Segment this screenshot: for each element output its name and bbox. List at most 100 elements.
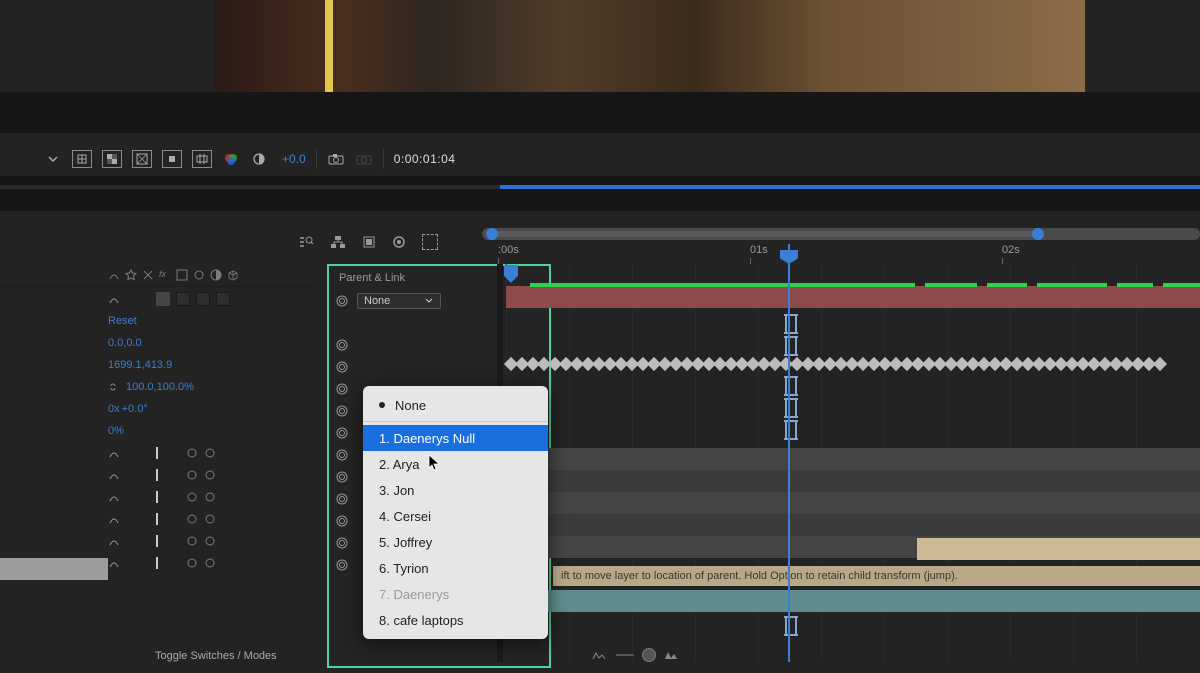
- timeline-zoom-control[interactable]: [592, 648, 680, 662]
- 3d-switch-icon[interactable]: [227, 269, 239, 281]
- shy-icon[interactable]: [362, 235, 376, 249]
- zoom-out-icon[interactable]: [592, 650, 608, 660]
- menu-item[interactable]: 2. Arya: [363, 451, 548, 477]
- pickwhip-icon[interactable]: [335, 360, 349, 374]
- grid-icon[interactable]: [72, 150, 92, 168]
- in-point-marker[interactable]: [785, 422, 797, 438]
- shy-switch-icon[interactable]: [108, 491, 120, 503]
- effects-switch-icon[interactable]: [142, 269, 154, 281]
- exposure-icon[interactable]: [250, 151, 268, 167]
- in-point-marker[interactable]: [785, 338, 797, 354]
- pickwhip-icon[interactable]: [335, 404, 349, 418]
- menu-item-none[interactable]: None: [363, 392, 548, 418]
- chevron-down-icon[interactable]: [44, 151, 62, 167]
- layer-row[interactable]: [108, 288, 308, 310]
- in-point-marker[interactable]: [785, 618, 797, 634]
- motion-blur-toggle[interactable]: [186, 447, 198, 459]
- shy-switch-icon[interactable]: [108, 535, 120, 547]
- toggle-switches-modes-button[interactable]: Toggle Switches / Modes: [155, 650, 277, 662]
- rotation-value[interactable]: +0.0°: [122, 403, 148, 415]
- pickwhip-icon[interactable]: [335, 382, 349, 396]
- current-time-indicator[interactable]: [788, 244, 790, 662]
- shy-switch-icon[interactable]: [108, 269, 120, 281]
- menu-item[interactable]: 3. Jon: [363, 477, 548, 503]
- in-point-marker[interactable]: [785, 378, 797, 394]
- pickwhip-icon[interactable]: [335, 492, 349, 506]
- solo-switch[interactable]: [176, 292, 190, 306]
- opacity-value[interactable]: 0%: [108, 425, 124, 437]
- work-area-bar[interactable]: [0, 185, 1200, 189]
- layer-bar[interactable]: [506, 286, 1200, 308]
- pickwhip-icon[interactable]: [335, 448, 349, 462]
- motion-blur-toggle[interactable]: [204, 447, 216, 459]
- layer-row[interactable]: [108, 464, 308, 486]
- lock-switch[interactable]: [196, 292, 210, 306]
- layer-bar[interactable]: [506, 514, 1200, 536]
- search-icon[interactable]: [298, 235, 314, 249]
- selected-layer-highlight[interactable]: [0, 558, 108, 580]
- pickwhip-icon[interactable]: [335, 338, 349, 352]
- timecode-display[interactable]: 0:00:01:04: [394, 152, 456, 166]
- transparency-grid-icon[interactable]: [102, 150, 122, 168]
- layer-row[interactable]: [108, 530, 308, 552]
- time-ruler[interactable]: :00s 01s 02s: [482, 244, 1200, 264]
- guides-icon[interactable]: [192, 150, 212, 168]
- switch[interactable]: [216, 292, 230, 306]
- shy-switch-icon[interactable]: [108, 513, 120, 525]
- zoom-slider-knob[interactable]: [642, 648, 656, 662]
- star-icon[interactable]: [125, 269, 137, 281]
- layer-bar[interactable]: [506, 590, 1200, 612]
- frame-blend-icon[interactable]: [392, 235, 406, 249]
- anchor-point-value[interactable]: 0.0,0.0: [108, 337, 142, 349]
- pickwhip-icon[interactable]: [335, 514, 349, 528]
- layer-row[interactable]: [108, 552, 308, 574]
- motion-blur-switch-icon[interactable]: [193, 269, 205, 281]
- reset-link[interactable]: Reset: [108, 315, 137, 327]
- menu-item[interactable]: 6. Tyrion: [363, 555, 548, 581]
- pickwhip-icon[interactable]: [335, 558, 349, 572]
- shy-switch-icon[interactable]: [108, 293, 120, 305]
- layer-bar[interactable]: [506, 448, 1200, 470]
- keyframe-track[interactable]: [506, 358, 1200, 370]
- menu-item[interactable]: 4. Cersei: [363, 503, 548, 529]
- layer-bar[interactable]: [917, 538, 1200, 560]
- pickwhip-icon[interactable]: [335, 536, 349, 550]
- layer-row[interactable]: [108, 486, 308, 508]
- layer-bar[interactable]: [506, 470, 1200, 492]
- show-snapshot-icon[interactable]: [355, 151, 373, 167]
- mask-icon[interactable]: [132, 150, 152, 168]
- color-channels-icon[interactable]: [222, 151, 240, 167]
- snapshot-icon[interactable]: [327, 151, 345, 167]
- pickwhip-icon[interactable]: [335, 294, 349, 308]
- menu-item[interactable]: 8. cafe laptops: [363, 607, 548, 633]
- layer-bar[interactable]: [506, 492, 1200, 514]
- parent-dropdown[interactable]: None: [357, 293, 441, 309]
- adjustment-switch-icon[interactable]: [210, 269, 222, 281]
- layer-row[interactable]: [108, 442, 308, 464]
- menu-item[interactable]: 1. Daenerys Null: [363, 425, 548, 451]
- composition-preview[interactable]: [215, 0, 1085, 92]
- scale-value[interactable]: 100.0,100.0%: [126, 381, 194, 393]
- edit-icon[interactable]: [156, 447, 158, 459]
- rotation-turns[interactable]: 0x: [108, 403, 120, 415]
- timeline-navigator[interactable]: [482, 228, 1200, 240]
- constrain-proportions-icon[interactable]: [108, 381, 120, 393]
- zoom-in-icon[interactable]: [664, 650, 680, 660]
- shy-switch-icon[interactable]: [108, 469, 120, 481]
- frame-blend-switch-icon[interactable]: [176, 269, 188, 281]
- exposure-value[interactable]: +0.0: [282, 152, 306, 166]
- pickwhip-icon[interactable]: [335, 426, 349, 440]
- motion-blur-icon[interactable]: [422, 234, 438, 250]
- label-color[interactable]: [156, 292, 170, 306]
- composition-flowchart-icon[interactable]: [330, 235, 346, 249]
- position-value[interactable]: 1699.1,413.9: [108, 359, 172, 371]
- pickwhip-icon[interactable]: [335, 470, 349, 484]
- region-icon[interactable]: [162, 150, 182, 168]
- in-point-marker[interactable]: [785, 400, 797, 416]
- in-point-marker[interactable]: [785, 316, 797, 332]
- shy-switch-icon[interactable]: [108, 557, 120, 569]
- shy-switch-icon[interactable]: [108, 447, 120, 459]
- layer-row[interactable]: [108, 508, 308, 530]
- fx-icon[interactable]: fx: [159, 269, 171, 281]
- menu-item[interactable]: 5. Joffrey: [363, 529, 548, 555]
